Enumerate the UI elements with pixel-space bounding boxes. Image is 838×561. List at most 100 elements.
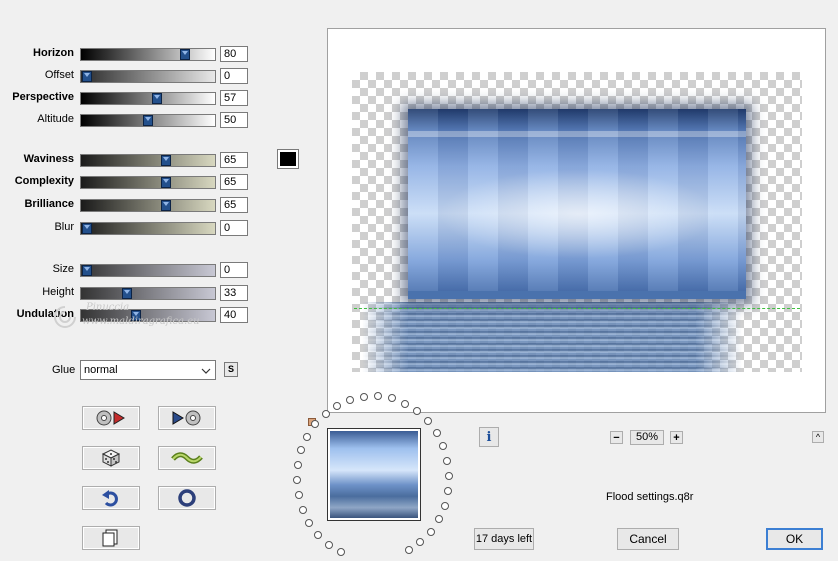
navigator-ring-dot[interactable]	[427, 528, 435, 536]
slider-thumb-perspective[interactable]	[152, 93, 162, 104]
slider-track-altitude[interactable]	[80, 114, 216, 127]
value-input-horizon[interactable]: 80	[220, 46, 248, 62]
cancel-button[interactable]: Cancel	[617, 528, 679, 550]
navigator-ring-dot[interactable]	[435, 515, 443, 523]
slider-track-horizon[interactable]	[80, 48, 216, 61]
navigator-ring-dot[interactable]	[294, 461, 302, 469]
navigator-ring-dot[interactable]	[413, 407, 421, 415]
navigator-ring-dot[interactable]	[297, 446, 305, 454]
navigator-ring-dot[interactable]	[311, 420, 319, 428]
collapse-button[interactable]: ^	[812, 431, 824, 443]
navigator-ring-dot[interactable]	[303, 433, 311, 441]
value-input-complexity[interactable]: 65	[220, 174, 248, 190]
slider-row-brilliance: Brilliance 65	[0, 197, 250, 213]
slider-thumb-size[interactable]	[82, 265, 92, 276]
slider-track-blur[interactable]	[80, 222, 216, 235]
slider-track-waviness[interactable]	[80, 154, 216, 167]
slider-row-offset: Offset 0	[0, 68, 250, 84]
slider-thumb-brilliance[interactable]	[161, 200, 171, 211]
slider-thumb-altitude[interactable]	[143, 115, 153, 126]
slider-thumb-blur[interactable]	[82, 223, 92, 234]
value-input-waviness[interactable]: 65	[220, 152, 248, 168]
glue-lock-label: S	[227, 364, 234, 374]
slider-track-offset[interactable]	[80, 70, 216, 83]
slider-row-perspective: Perspective 57	[0, 90, 250, 106]
slider-row-blur: Blur 0	[0, 220, 250, 236]
undo-icon	[102, 490, 118, 507]
slider-row-size: Size 0	[0, 262, 250, 278]
randomize-button[interactable]	[82, 446, 140, 470]
slider-thumb-horizon[interactable]	[180, 49, 190, 60]
slider-row-altitude: Altitude 50	[0, 112, 250, 128]
slider-track-complexity[interactable]	[80, 176, 216, 189]
reset-button[interactable]	[158, 486, 216, 510]
slider-thumb-complexity[interactable]	[161, 177, 171, 188]
navigator-ring-dot[interactable]	[305, 519, 313, 527]
value-input-undulation[interactable]: 40	[220, 307, 248, 323]
save-preset-button[interactable]	[158, 406, 216, 430]
value-input-perspective[interactable]: 57	[220, 90, 248, 106]
navigator-ring-dot[interactable]	[360, 393, 368, 401]
slider-track-size[interactable]	[80, 264, 216, 277]
value-input-altitude[interactable]: 50	[220, 112, 248, 128]
navigator-ring-dot[interactable]	[293, 476, 301, 484]
watermark-url: www.maldiragrafica.eu	[82, 316, 200, 327]
glue-select[interactable]: normal	[80, 360, 216, 380]
glue-lock-button[interactable]: S	[224, 362, 238, 377]
navigator-ring-dot[interactable]	[325, 541, 333, 549]
navigator-ring-dot[interactable]	[346, 396, 354, 404]
navigator-ring-dot[interactable]	[388, 394, 396, 402]
slider-track-height[interactable]	[80, 287, 216, 300]
value-input-size[interactable]: 0	[220, 262, 248, 278]
value-input-blur[interactable]: 0	[220, 220, 248, 236]
value-input-height[interactable]: 33	[220, 285, 248, 301]
navigator-ring-dot[interactable]	[405, 546, 413, 554]
color-swatch[interactable]	[277, 149, 299, 169]
dice-icon	[101, 449, 121, 467]
navigator-ring-dot[interactable]	[443, 457, 451, 465]
navigator-ring-dot[interactable]	[445, 472, 453, 480]
zoom-in-button[interactable]: +	[670, 431, 683, 444]
slider-track-perspective[interactable]	[80, 92, 216, 105]
undo-button[interactable]	[82, 486, 140, 510]
copy-button[interactable]	[82, 526, 140, 550]
reset-icon	[178, 489, 196, 507]
zoom-out-button[interactable]: −	[610, 431, 623, 444]
wave-button[interactable]	[158, 446, 216, 470]
info-button[interactable]: i	[479, 427, 499, 447]
trial-days-button[interactable]: 17 days left	[474, 528, 534, 550]
slider-thumb-height[interactable]	[122, 288, 132, 299]
navigator-ring-dot[interactable]	[416, 538, 424, 546]
zoom-level: 50%	[630, 430, 664, 445]
load-preset-button[interactable]	[82, 406, 140, 430]
ok-button[interactable]: OK	[766, 528, 823, 550]
value-input-offset[interactable]: 0	[220, 68, 248, 84]
navigator-ring-dot[interactable]	[374, 392, 382, 400]
navigator-ring-dot[interactable]	[424, 417, 432, 425]
navigator-ring-dot[interactable]	[433, 429, 441, 437]
navigator-ring-dot[interactable]	[444, 487, 452, 495]
slider-thumb-waviness[interactable]	[161, 155, 171, 166]
load-preset-icon	[96, 410, 125, 426]
preview-panel[interactable]	[327, 28, 826, 413]
value-input-brilliance[interactable]: 65	[220, 197, 248, 213]
watermark-name: Pinuccia	[86, 302, 130, 313]
slider-thumb-offset[interactable]	[82, 71, 92, 82]
navigator-ring-dot[interactable]	[439, 442, 447, 450]
navigator-ring-dot[interactable]	[441, 502, 449, 510]
chevron-down-icon	[201, 368, 211, 374]
slider-label-blur: Blur	[54, 221, 74, 233]
slider-row-horizon: Horizon 80	[0, 46, 250, 62]
glue-select-value: normal	[84, 364, 118, 376]
navigator-ring-dot[interactable]	[314, 531, 322, 539]
navigator-ring-dot[interactable]	[333, 402, 341, 410]
navigator-thumbnail[interactable]	[327, 428, 421, 521]
navigator-ring-dot[interactable]	[322, 410, 330, 418]
navigator-ring-dot[interactable]	[337, 548, 345, 556]
navigator-ring-dot[interactable]	[295, 491, 303, 499]
navigator-ring-dot[interactable]	[401, 400, 409, 408]
slider-label-perspective: Perspective	[12, 91, 74, 103]
slider-label-altitude: Altitude	[37, 113, 74, 125]
slider-track-brilliance[interactable]	[80, 199, 216, 212]
navigator-ring-dot[interactable]	[299, 506, 307, 514]
